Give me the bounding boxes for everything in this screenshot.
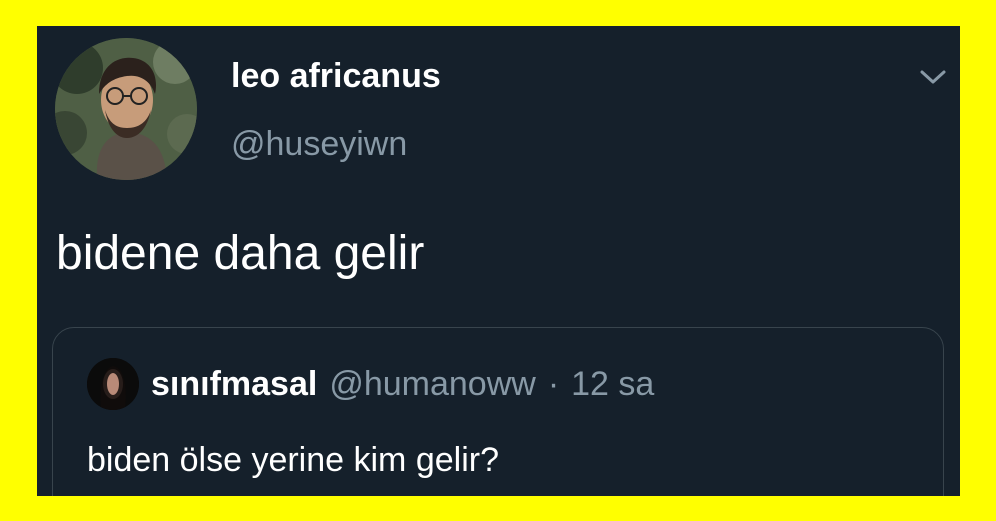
quoted-author-display-name[interactable]: sınıfmasal: [151, 364, 317, 404]
chevron-down-icon: [920, 70, 946, 84]
tweet-card: leo africanus @huseyiwn bidene daha geli…: [37, 26, 960, 496]
quoted-author-avatar[interactable]: [87, 358, 139, 410]
quoted-tweet-text: biden ölse yerine kim gelir?: [87, 441, 499, 479]
quoted-tweet[interactable]: sınıfmasal @humanoww · 12 sa biden ölse …: [52, 327, 944, 496]
author-handle[interactable]: @huseyiwn: [231, 124, 407, 164]
avatar-photo-icon: [87, 358, 139, 410]
author-display-name[interactable]: leo africanus: [231, 56, 441, 96]
quoted-tweet-header: sınıfmasal @humanoww · 12 sa: [151, 364, 654, 404]
quoted-author-handle[interactable]: @humanoww: [329, 364, 536, 404]
author-avatar[interactable]: [55, 38, 197, 180]
avatar-photo-icon: [55, 38, 197, 180]
dot-separator: ·: [547, 365, 560, 403]
tweet-menu-button[interactable]: [915, 60, 951, 94]
tweet-text: bidene daha gelir: [56, 227, 425, 280]
quoted-tweet-timestamp[interactable]: 12 sa: [571, 364, 654, 404]
